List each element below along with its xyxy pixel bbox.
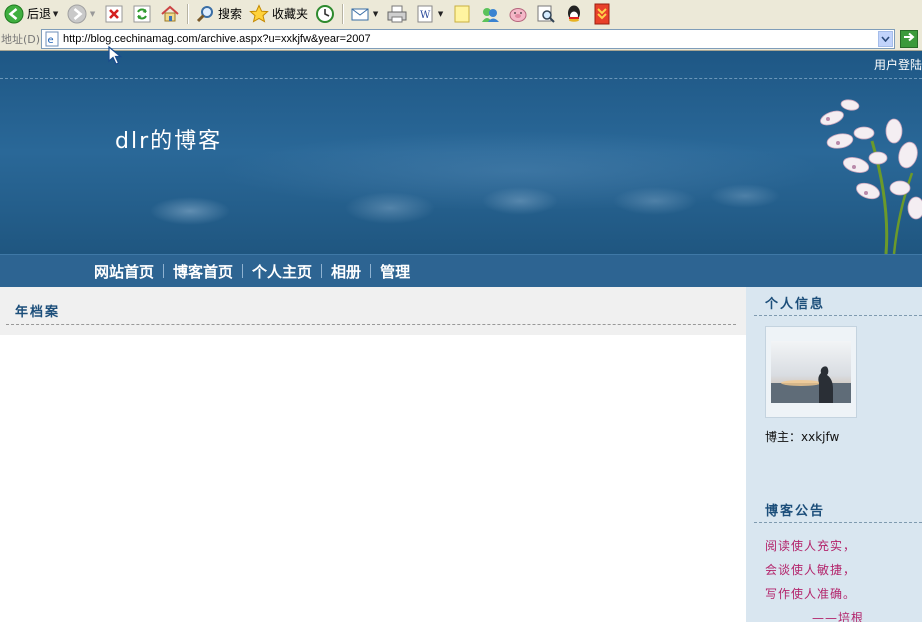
print-button[interactable] bbox=[383, 2, 411, 26]
note-button[interactable] bbox=[448, 2, 476, 26]
web-page: 用户登陆 dlr的博客 网站首页 博客首页 个人主页 相册 管理 年档案 个人信… bbox=[0, 51, 922, 622]
archive-header: 年档案 bbox=[0, 287, 746, 335]
nav-album[interactable]: 相册 bbox=[331, 261, 361, 282]
mouse-cursor-icon bbox=[108, 46, 123, 65]
address-label: 地址(D) bbox=[1, 32, 41, 46]
address-field[interactable]: e bbox=[41, 28, 895, 49]
flower-decoration bbox=[820, 99, 922, 254]
mail-icon bbox=[349, 3, 371, 25]
download-button[interactable] bbox=[588, 2, 616, 26]
word-icon: W bbox=[414, 3, 436, 25]
mail-button[interactable]: ▼ bbox=[346, 2, 383, 26]
url-input[interactable] bbox=[63, 32, 863, 45]
nav-separator bbox=[163, 264, 165, 278]
sidebar-divider bbox=[754, 522, 922, 523]
forward-dropdown-icon[interactable]: ▼ bbox=[88, 3, 97, 25]
stop-icon bbox=[103, 3, 125, 25]
search-icon bbox=[194, 3, 216, 25]
nav-separator bbox=[321, 264, 323, 278]
history-icon bbox=[314, 3, 336, 25]
messenger-button[interactable] bbox=[476, 2, 504, 26]
back-button[interactable]: 后退 ▼ bbox=[0, 2, 63, 26]
blog-banner: 用户登陆 dlr的博客 bbox=[0, 51, 922, 254]
favorites-icon bbox=[248, 3, 270, 25]
refresh-icon bbox=[131, 3, 153, 25]
nav-separator bbox=[370, 264, 372, 278]
back-dropdown-icon[interactable]: ▼ bbox=[51, 3, 60, 25]
back-icon bbox=[3, 3, 25, 25]
nav-manage[interactable]: 管理 bbox=[380, 261, 410, 282]
address-dropdown-icon[interactable] bbox=[878, 30, 893, 47]
nav-site-home[interactable]: 网站首页 bbox=[94, 261, 154, 282]
section-title: 年档案 bbox=[15, 305, 61, 320]
notice-line: 阅读使人充实， bbox=[765, 539, 857, 553]
pig-button[interactable] bbox=[504, 2, 532, 26]
pig-icon bbox=[507, 3, 529, 25]
qq-button[interactable] bbox=[560, 2, 588, 26]
search-button[interactable]: 搜索 bbox=[191, 2, 245, 26]
profile-title: 个人信息 bbox=[765, 297, 826, 312]
forward-icon bbox=[66, 3, 88, 25]
qq-icon bbox=[563, 3, 585, 25]
svg-text:W: W bbox=[420, 10, 431, 21]
svg-text:e: e bbox=[48, 35, 54, 46]
download-icon bbox=[591, 3, 613, 25]
refresh-button[interactable] bbox=[128, 2, 156, 26]
notice-title: 博客公告 bbox=[765, 504, 826, 519]
notice-line: 会谈使人敏捷， bbox=[765, 563, 857, 577]
favorites-label: 收藏夹 bbox=[272, 7, 309, 21]
main-nav: 网站首页 博客首页 个人主页 相册 管理 bbox=[0, 254, 922, 287]
banner-divider bbox=[0, 78, 922, 79]
go-button[interactable] bbox=[900, 29, 918, 48]
home-button[interactable] bbox=[156, 2, 184, 26]
sidebar: 个人信息 博主：xxkjfw 博客公告 阅读使人充实， 会谈使人敏捷， 写作使人… bbox=[746, 287, 922, 622]
toolbar-separator bbox=[187, 3, 189, 24]
search-label: 搜索 bbox=[218, 7, 243, 21]
mail-dropdown-icon[interactable]: ▼ bbox=[371, 3, 380, 25]
login-link[interactable]: 用户登陆 bbox=[874, 56, 922, 73]
notice-line: 写作使人准确。 bbox=[765, 587, 857, 601]
edit-word-button[interactable]: W ▼ bbox=[411, 2, 448, 26]
print-icon bbox=[386, 3, 408, 25]
research-button[interactable] bbox=[532, 2, 560, 26]
browser-toolbar: 后退 ▼ ▼ 搜索 收藏夹 ▼ W ▼ bbox=[0, 0, 922, 28]
toolbar-separator bbox=[342, 3, 344, 24]
main-content: 年档案 bbox=[0, 287, 746, 622]
home-icon bbox=[159, 3, 181, 25]
edit-dropdown-icon[interactable]: ▼ bbox=[436, 3, 445, 25]
forward-button[interactable]: ▼ bbox=[63, 2, 100, 26]
favorites-button[interactable]: 收藏夹 bbox=[245, 2, 311, 26]
avatar[interactable] bbox=[765, 326, 857, 418]
nav-separator bbox=[242, 264, 244, 278]
research-icon bbox=[535, 3, 557, 25]
note-icon bbox=[451, 3, 473, 25]
stop-button[interactable] bbox=[100, 2, 128, 26]
nav-blog-home[interactable]: 博客首页 bbox=[173, 261, 233, 282]
address-bar: 地址(D) e bbox=[0, 27, 922, 51]
notice-line: ——培根 bbox=[812, 611, 865, 622]
nav-personal-home[interactable]: 个人主页 bbox=[252, 261, 312, 282]
blog-owner: 博主：xxkjfw bbox=[765, 430, 840, 444]
go-icon bbox=[903, 31, 915, 46]
sidebar-divider bbox=[754, 315, 922, 316]
messenger-icon bbox=[479, 3, 501, 25]
blog-title: dlr的博客 bbox=[115, 129, 223, 154]
back-label: 后退 bbox=[27, 7, 52, 21]
avatar-photo bbox=[771, 341, 851, 403]
history-button[interactable] bbox=[311, 2, 339, 26]
page-icon: e bbox=[44, 31, 60, 47]
section-divider bbox=[6, 324, 736, 325]
